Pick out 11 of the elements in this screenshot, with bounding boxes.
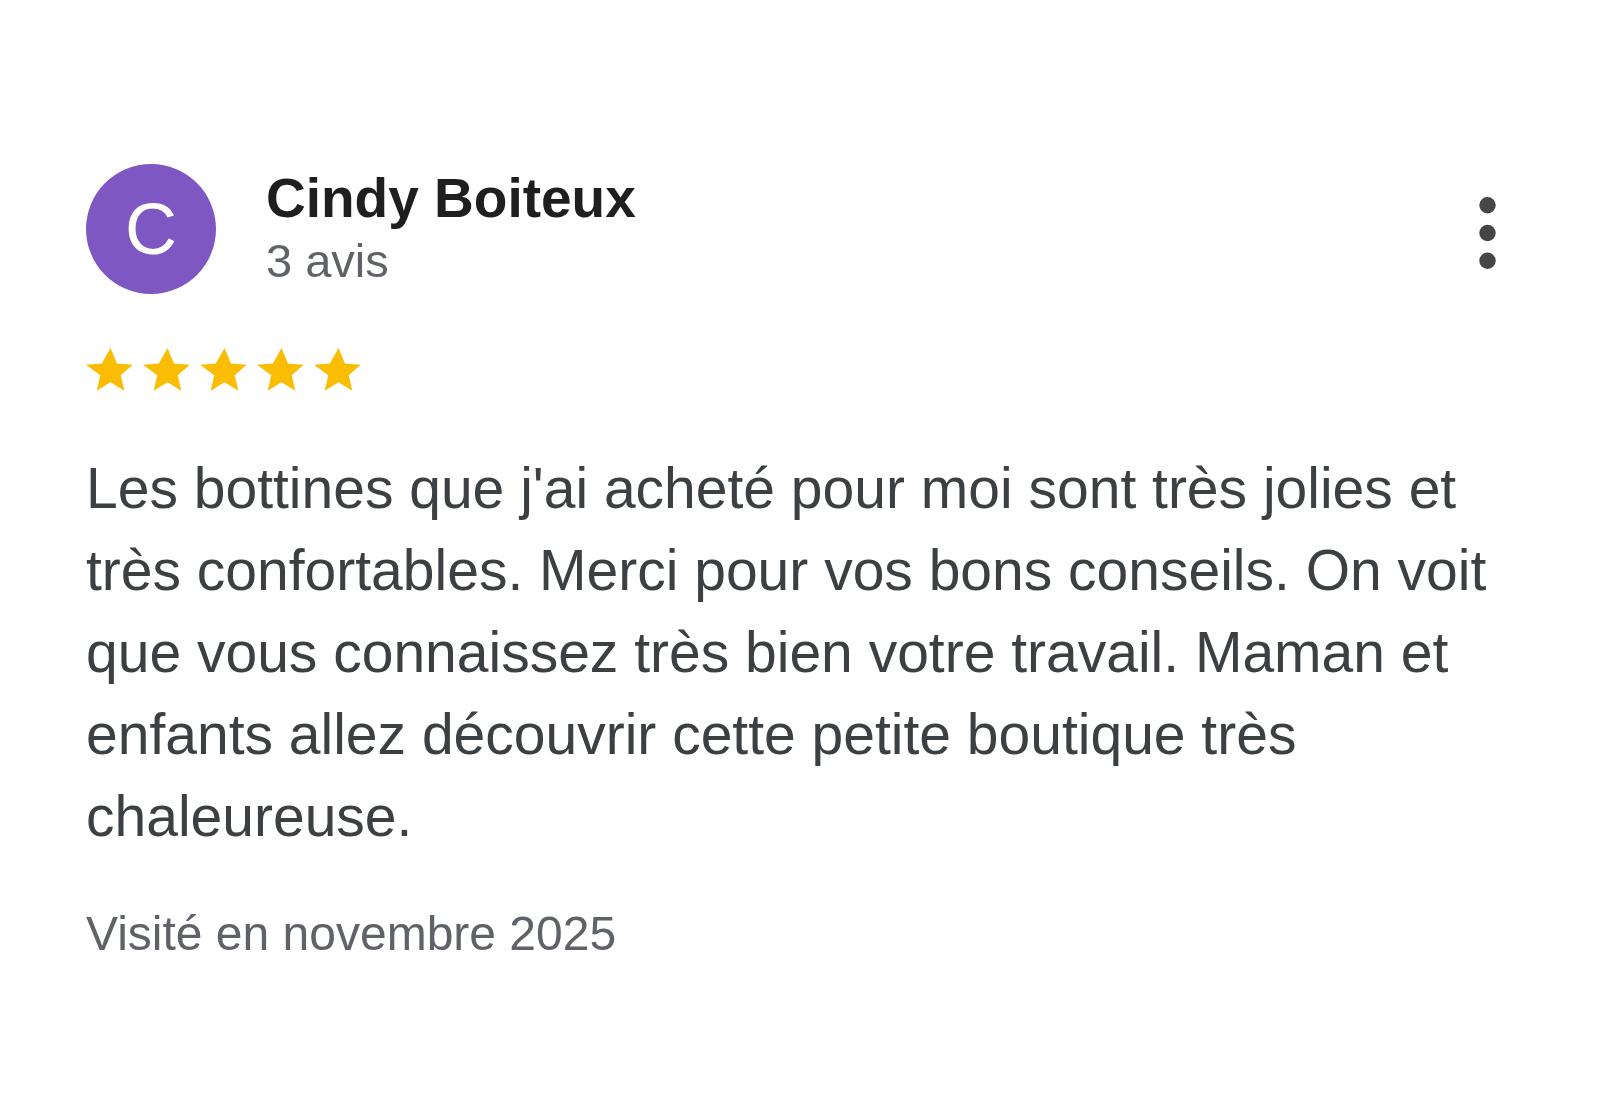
filled-star-icon: [200, 348, 249, 391]
avatar-initial: C: [86, 164, 216, 294]
review-count: 3 avis: [266, 234, 390, 288]
filled-star-icon: [86, 348, 135, 391]
visit-date: Visité en novembre 2025: [86, 906, 618, 962]
author-name[interactable]: Cindy Boiteux: [266, 167, 636, 230]
filled-star-icon: [257, 348, 306, 391]
filled-star-icon: [143, 348, 192, 391]
review-text: Les bottines que j'ai acheté pour moi sont très jolies et très confortables. Merci pour vos bons conseils. On voit que vous connaissez très bien votre travail. Maman et enfants allez découvrir cette petite boutique très chaleureuse.: [86, 455, 1488, 850]
filled-star-icon: [314, 348, 363, 391]
more-options-icon[interactable]: [1479, 197, 1496, 269]
